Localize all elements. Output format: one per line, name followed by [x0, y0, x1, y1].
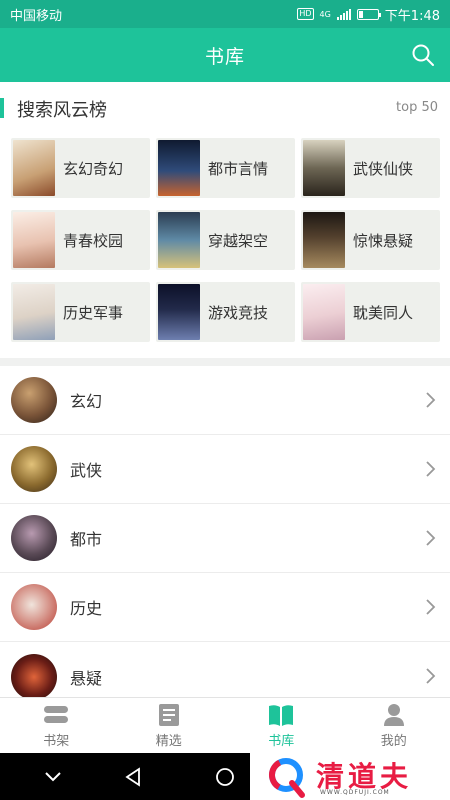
- bookshelf-icon: [43, 703, 69, 727]
- library-book-icon: [268, 703, 294, 727]
- app-header: 书库: [0, 28, 450, 82]
- category-row-dushi[interactable]: 都市: [0, 504, 450, 573]
- ranking-item-label: 游戏竞技: [208, 303, 269, 322]
- ranking-item-chuanyue[interactable]: 穿越架空: [156, 210, 295, 270]
- ranking-item-dushi[interactable]: 都市言情: [156, 138, 295, 198]
- ranking-grid: 玄幻奇幻 都市言情 武侠仙侠 青春校园 穿越架空 惊悚悬疑 历史军事 游戏竞技: [11, 138, 440, 342]
- book-cover: [13, 140, 55, 196]
- nav-home-button[interactable]: [212, 764, 238, 790]
- home-circle-icon: [216, 768, 234, 786]
- search-ranking-section: 搜索风云榜 top 50 玄幻奇幻 都市言情 武侠仙侠 青春校园 穿越架空 惊悚…: [0, 82, 450, 358]
- chevron-right-icon: [426, 668, 436, 684]
- tab-library[interactable]: 书库: [225, 698, 338, 753]
- category-row-wuxia[interactable]: 武侠: [0, 435, 450, 504]
- ranking-item-label: 武侠仙侠: [353, 159, 414, 178]
- clock: 下午1:48: [384, 8, 440, 24]
- tab-label: 书架: [43, 733, 70, 749]
- status-bar: 中国移动 HD 4G 下午1:48: [0, 0, 450, 28]
- carrier-text: 中国移动: [10, 8, 63, 24]
- category-avatar: [11, 446, 57, 492]
- page-title: 书库: [204, 45, 245, 68]
- section-accent-bar: [0, 98, 4, 118]
- ranking-item-label: 历史军事: [63, 303, 124, 322]
- category-avatar: [11, 515, 57, 561]
- tab-bookshelf[interactable]: 书架: [0, 698, 113, 753]
- chevron-right-icon: [426, 530, 436, 546]
- tab-label: 书库: [268, 733, 295, 749]
- featured-icon: [156, 703, 182, 727]
- ranking-item-label: 都市言情: [208, 159, 269, 178]
- book-cover: [303, 140, 345, 196]
- watermark-url: WWW.QDFUJI.COM: [320, 789, 390, 796]
- ranking-header: 搜索风云榜 top 50: [0, 96, 450, 124]
- profile-icon: [381, 703, 407, 727]
- ranking-item-label: 青春校园: [63, 231, 124, 250]
- category-list: 玄幻 武侠 都市 历史 悬疑: [0, 366, 450, 711]
- category-avatar: [11, 377, 57, 423]
- chevron-down-icon: [45, 772, 61, 782]
- book-cover: [303, 212, 345, 268]
- ranking-item-wuxia[interactable]: 武侠仙侠: [301, 138, 440, 198]
- bottom-tab-bar: 书架 精选 书库 我的: [0, 697, 450, 753]
- signal-icon: [336, 8, 351, 20]
- book-cover: [303, 284, 345, 340]
- ranking-item-youxi[interactable]: 游戏竞技: [156, 282, 295, 342]
- book-cover: [13, 284, 55, 340]
- watermark-text: 清道夫: [316, 759, 413, 793]
- ranking-item-label: 惊悚悬疑: [353, 231, 414, 250]
- ranking-item-label: 穿越架空: [208, 231, 269, 250]
- watermark-logo: 清道夫 WWW.QDFUJI.COM: [250, 753, 450, 800]
- battery-icon: [356, 8, 381, 20]
- ranking-item-label: 玄幻奇幻: [63, 159, 124, 178]
- category-label: 历史: [70, 599, 103, 618]
- category-label: 都市: [70, 530, 103, 549]
- q-logo-icon: [269, 757, 305, 798]
- ranking-title: 搜索风云榜: [17, 100, 107, 121]
- search-button[interactable]: [408, 40, 438, 70]
- hd-badge: HD: [297, 8, 314, 20]
- ranking-item-qingchun[interactable]: 青春校园: [11, 210, 150, 270]
- top-50-link[interactable]: top 50: [396, 100, 438, 115]
- category-label: 玄幻: [70, 392, 103, 411]
- nav-back-button[interactable]: [121, 764, 147, 790]
- ranking-item-lishi[interactable]: 历史军事: [11, 282, 150, 342]
- category-label: 武侠: [70, 461, 103, 480]
- ranking-item-danmei[interactable]: 耽美同人: [301, 282, 440, 342]
- tab-label: 精选: [155, 733, 182, 749]
- chevron-right-icon: [426, 392, 436, 408]
- category-row-lishi[interactable]: 历史: [0, 573, 450, 642]
- category-row-xuanhuan[interactable]: 玄幻: [0, 366, 450, 435]
- back-triangle-icon: [125, 767, 140, 787]
- ranking-item-xuanhuan[interactable]: 玄幻奇幻: [11, 138, 150, 198]
- network-type: 4G: [319, 9, 331, 19]
- chevron-right-icon: [426, 461, 436, 477]
- book-cover: [158, 212, 200, 268]
- book-cover: [13, 212, 55, 268]
- category-avatar: [11, 584, 57, 630]
- book-cover: [158, 284, 200, 340]
- tab-featured[interactable]: 精选: [113, 698, 226, 753]
- category-label: 悬疑: [70, 668, 103, 688]
- chevron-right-icon: [426, 599, 436, 615]
- tab-label: 我的: [380, 733, 407, 749]
- ranking-item-label: 耽美同人: [353, 303, 414, 322]
- search-icon: [412, 44, 434, 66]
- nav-collapse-button[interactable]: [40, 764, 66, 790]
- ranking-item-jingsong[interactable]: 惊悚悬疑: [301, 210, 440, 270]
- status-indicators: HD 4G 下午1:48: [297, 5, 440, 24]
- tab-profile[interactable]: 我的: [338, 698, 450, 753]
- book-cover: [158, 140, 200, 196]
- category-avatar: [11, 653, 57, 700]
- section-divider: [0, 358, 450, 366]
